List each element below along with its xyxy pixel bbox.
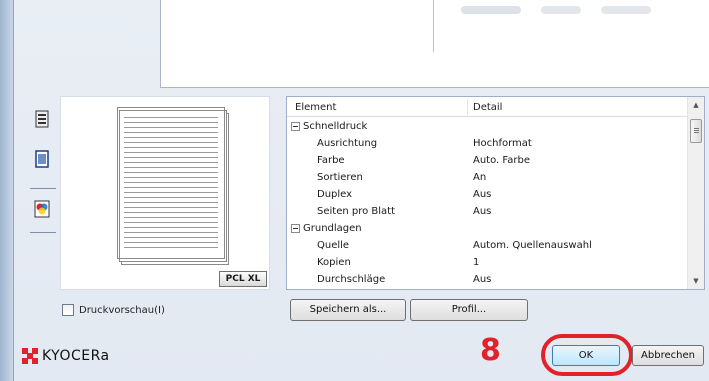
collapse-icon[interactable] [291,122,300,131]
table-row[interactable]: Farbe Auto. Farbe [287,152,688,169]
print-preview-checkbox[interactable] [62,304,74,316]
scroll-down-icon[interactable]: ▼ [688,273,704,289]
row-label: Schnelldruck [303,121,368,132]
column-divider [467,99,468,115]
blurred-content [461,6,521,14]
side-icon-bar [30,100,58,240]
table-row[interactable]: Durchschläge Aus [287,271,688,288]
brand-logo: KYOCERa [22,347,110,365]
table-row-group[interactable]: Grundlagen [287,220,688,237]
row-value: An [473,172,487,183]
profile-button[interactable]: Profil... [410,299,528,321]
step-number: 8 [480,333,501,368]
page-icon[interactable] [30,146,54,172]
page-sheet-front [117,107,225,259]
table-row[interactable]: Ausrichtung Hochformat [287,135,688,152]
row-label: Duplex [317,189,353,200]
side-separator [30,188,56,189]
table-row[interactable]: Sortieren An [287,169,688,186]
row-label: Kopien [317,257,351,268]
scroll-up-icon[interactable]: ▲ [688,97,704,113]
row-label: Farbe [317,155,345,166]
row-value: 1 [473,257,480,268]
row-label: Ausrichtung [317,138,378,149]
row-label: Sortieren [317,172,363,183]
cancel-button[interactable]: Abbrechen [632,345,704,366]
table-row[interactable]: Quelle Autom. Quellenauswahl [287,237,688,254]
column-header-element[interactable]: Element [295,102,336,113]
blurred-content [601,6,651,14]
collapse-icon[interactable] [291,224,300,233]
row-value: Aus [473,274,492,285]
print-preview-option[interactable]: Druckvorschau(I) [62,302,165,318]
row-value: Auto. Farbe [473,155,530,166]
scroll-thumb[interactable] [690,119,702,143]
kyocera-logo-icon [22,348,38,364]
window-left-edge [0,0,14,381]
print-preview-label[interactable]: Druckvorschau(I) [79,305,165,316]
page-preview: PCL XL [60,96,270,290]
side-separator [30,232,56,233]
save-as-button[interactable]: Speichern als... [290,299,406,321]
row-value: Aus [473,206,492,217]
panel-divider [433,0,434,52]
blurred-content [541,6,581,14]
color-icon[interactable] [30,196,54,222]
table-row[interactable]: Kopien 1 [287,254,688,271]
printer-icon[interactable] [30,106,54,132]
pdl-badge: PCL XL [219,271,267,287]
table-row[interactable]: Duplex Aus [287,186,688,203]
vertical-scrollbar[interactable]: ▲ ▼ [687,97,704,289]
settings-detail-table[interactable]: Element Detail Schnelldruck Ausrichtung … [286,96,705,290]
row-label: Grundlagen [303,223,362,234]
ok-button[interactable]: OK [552,345,620,366]
row-value: Aus [473,189,492,200]
row-label: Seiten pro Blatt [317,206,396,217]
top-settings-panel [160,0,709,88]
row-value: Hochformat [473,138,532,149]
table-row[interactable]: Seiten pro Blatt Aus [287,203,688,220]
row-label: Durchschläge [317,274,386,285]
page-stack [117,107,229,267]
column-header-detail[interactable]: Detail [473,102,502,113]
table-row-group[interactable]: Schnelldruck [287,118,688,135]
table-header: Element Detail [287,97,688,117]
row-label: Quelle [317,240,350,251]
row-value: Autom. Quellenauswahl [473,240,592,251]
brand-name: KYOCERa [42,348,110,364]
